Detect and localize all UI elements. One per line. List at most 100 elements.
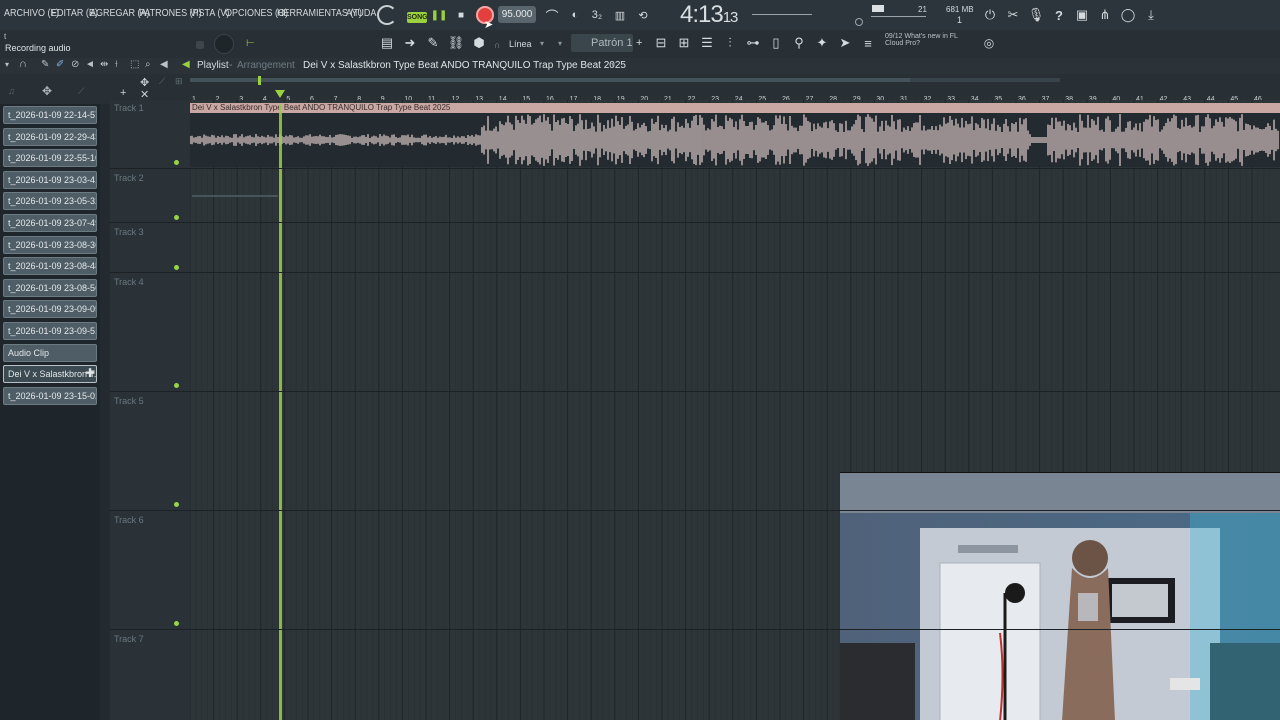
playlist-icon[interactable]: ⊟ — [652, 34, 670, 52]
wait-record-icon[interactable]: ◐ — [566, 6, 584, 24]
browser-clip-item[interactable]: t_2026-01-09 23-09-05... — [3, 300, 97, 319]
ruler-edit-icon[interactable]: ⟋ — [159, 76, 165, 87]
save-icon[interactable]: ▣ — [1073, 6, 1091, 24]
master-volume-slider[interactable] — [752, 14, 812, 15]
tools-icon[interactable]: ✂ — [1004, 6, 1022, 24]
track-name[interactable]: Track 7 — [114, 634, 144, 644]
power-icon[interactable]: ⏻ — [981, 6, 999, 24]
paint-tool-icon[interactable]: ✐ — [56, 59, 64, 70]
browser-link-icon[interactable]: ⟋ — [78, 86, 84, 97]
stamp-icon[interactable]: ⬢ — [470, 34, 488, 52]
browser-menu-chevron-icon[interactable]: ▾ — [5, 60, 9, 69]
add-pattern-icon[interactable]: + — [636, 37, 642, 49]
track-enable-led[interactable] — [174, 265, 179, 270]
link-icon[interactable]: ⛓ — [447, 34, 465, 52]
browser-clip-item[interactable]: Dei V x Salastkbron T... — [3, 365, 97, 384]
loop-record-icon[interactable]: ⟲ — [634, 6, 652, 24]
track-enable-led[interactable] — [174, 215, 179, 220]
stop-icon[interactable]: ■ — [452, 6, 470, 24]
clip-name-chevron-icon[interactable]: ▾ — [611, 60, 615, 69]
browser-clip-item[interactable]: t_2026-01-09 23-15-02... — [3, 386, 97, 405]
clip-move-icon[interactable]: ✚ — [85, 366, 95, 380]
metronome-dial-icon[interactable] — [377, 5, 397, 25]
browser-clip-item[interactable]: t_2026-01-09 22-29-43... — [3, 127, 97, 146]
volume-knob[interactable] — [214, 34, 234, 54]
track-name[interactable]: Track 1 — [114, 103, 144, 113]
browser-music-icon[interactable]: ♫ — [8, 86, 15, 96]
tempo-display[interactable]: 95.000 — [498, 6, 536, 23]
slice-tool-icon[interactable]: ⟊ — [115, 59, 118, 70]
menu-ayuda[interactable]: AYUDA — [346, 8, 376, 19]
piano-roll-icon[interactable]: ⊞ — [675, 34, 693, 52]
song-mode-badge[interactable]: SONG — [407, 12, 428, 23]
mute-tool-icon[interactable]: ◄ — [85, 59, 95, 70]
scrollbar-thumb[interactable] — [190, 78, 910, 82]
browser-clip-item[interactable]: t_2026-01-09 23-09-51... — [3, 322, 97, 340]
mixer-icon[interactable]: ⋔ — [1096, 6, 1114, 24]
browser-tree-icon[interactable]: ⊶ — [744, 34, 762, 52]
plugin-icon[interactable]: ⚲ — [790, 34, 808, 52]
news-text[interactable]: 09/12 What's new in FL Cloud Pro? — [885, 33, 958, 47]
pattern-chevron-icon[interactable]: ▾ — [558, 39, 562, 48]
bar-ruler[interactable]: 1234567891011121314151617181920212223242… — [190, 90, 1280, 103]
track-enable-led[interactable] — [174, 160, 179, 165]
delete-tool-icon[interactable]: ⊘ — [71, 59, 79, 70]
arrow-right-icon[interactable]: ➜ — [401, 34, 419, 52]
zoom-tool-icon[interactable]: ⌕ — [145, 59, 151, 70]
tuner-icon[interactable]: ✦ — [813, 34, 831, 52]
ruler-stamp-icon[interactable]: ⊞ — [175, 76, 183, 87]
track-name[interactable]: Track 5 — [114, 396, 144, 406]
menu-vista[interactable]: VISTA (V) — [190, 8, 229, 19]
track-name[interactable]: Track 6 — [114, 515, 144, 525]
browser-clip-item[interactable]: t_2026-01-09 23-08-48... — [3, 257, 97, 276]
piano-icon[interactable]: ▤ — [378, 34, 396, 52]
browser-clip-item[interactable]: t_2026-01-09 23-03-41... — [3, 170, 97, 189]
track-name[interactable]: Track 3 — [114, 227, 144, 237]
audio-clip[interactable]: Dei V x Salastkbron Type Beat ANDO TRANQ… — [190, 103, 1280, 167]
channel-rack-icon[interactable]: ☰ — [698, 34, 716, 52]
megaphone-icon[interactable]: ➤ — [836, 34, 854, 52]
metronome-icon[interactable]: ⌒ — [543, 6, 561, 24]
playhead-marker-icon[interactable] — [275, 90, 285, 98]
magnet-snap-icon[interactable]: ∩ — [19, 58, 27, 70]
add-track-icon[interactable]: + — [120, 87, 126, 99]
playlist-title[interactable]: Playlist — [197, 60, 229, 71]
globe-icon[interactable]: ◎ — [980, 34, 998, 52]
playlist-clip-name[interactable]: Dei V x Salastkbron Type Beat ANDO TRANQ… — [303, 60, 626, 71]
slip-tool-icon[interactable]: ⇹ — [100, 59, 108, 70]
playlist-mode[interactable]: Arrangement — [237, 60, 295, 71]
news-icon[interactable]: ≡ — [859, 34, 877, 52]
help-icon[interactable]: ? — [1050, 6, 1068, 24]
browser-move-icon[interactable]: ✥ — [42, 84, 52, 98]
track-name[interactable]: Track 2 — [114, 173, 144, 183]
pause-icon[interactable]: ❚❚ — [430, 6, 448, 24]
pencil-tool-icon[interactable]: ✎ — [41, 59, 49, 70]
audio-clip-header[interactable]: Dei V x Salastkbron Type Beat ANDO TRANQ… — [190, 103, 1280, 113]
browser-clip-item[interactable]: t_2026-01-09 22-14-57... — [3, 106, 97, 124]
browser-clip-item[interactable]: t_2026-01-09 23-08-56... — [3, 278, 97, 297]
browser-clip-item[interactable]: Audio Clip — [3, 343, 97, 362]
clipboard-icon[interactable]: ▯ — [767, 34, 785, 52]
browser-clip-item[interactable]: t_2026-01-09 23-08-36... — [3, 235, 97, 254]
pitch-icon[interactable]: ⊢ — [246, 38, 255, 49]
master-pitch-knob[interactable] — [855, 18, 863, 26]
magnet-icon[interactable]: ∩ — [494, 40, 500, 50]
microphone-icon[interactable]: 🎙 — [1027, 6, 1045, 24]
countdown-icon[interactable]: 3₂ — [588, 6, 606, 24]
snap-chevron-icon[interactable]: ▾ — [540, 39, 544, 48]
select-tool-icon[interactable]: ⬚ — [130, 59, 139, 70]
track-enable-led[interactable] — [174, 621, 179, 626]
playlist-arrow-icon[interactable]: ◀ — [182, 59, 190, 70]
chat-icon[interactable]: ◯ — [1119, 6, 1137, 24]
draw-icon[interactable]: ✎ — [424, 34, 442, 52]
track-enable-led[interactable] — [174, 502, 179, 507]
pattern-selector[interactable]: Patrón 1 — [571, 34, 633, 52]
snap-select[interactable]: Línea — [509, 39, 532, 49]
track-enable-led[interactable] — [174, 383, 179, 388]
step-edit-icon[interactable]: ▥ — [611, 6, 629, 24]
browser-clip-item[interactable]: t_2026-01-09 23-07-49... — [3, 214, 97, 232]
horizontal-scrollbar[interactable] — [190, 78, 1060, 82]
song-position-marker[interactable] — [258, 76, 261, 85]
track-name[interactable]: Track 4 — [114, 277, 144, 287]
time-display[interactable]: 4:1313 — [680, 1, 738, 29]
